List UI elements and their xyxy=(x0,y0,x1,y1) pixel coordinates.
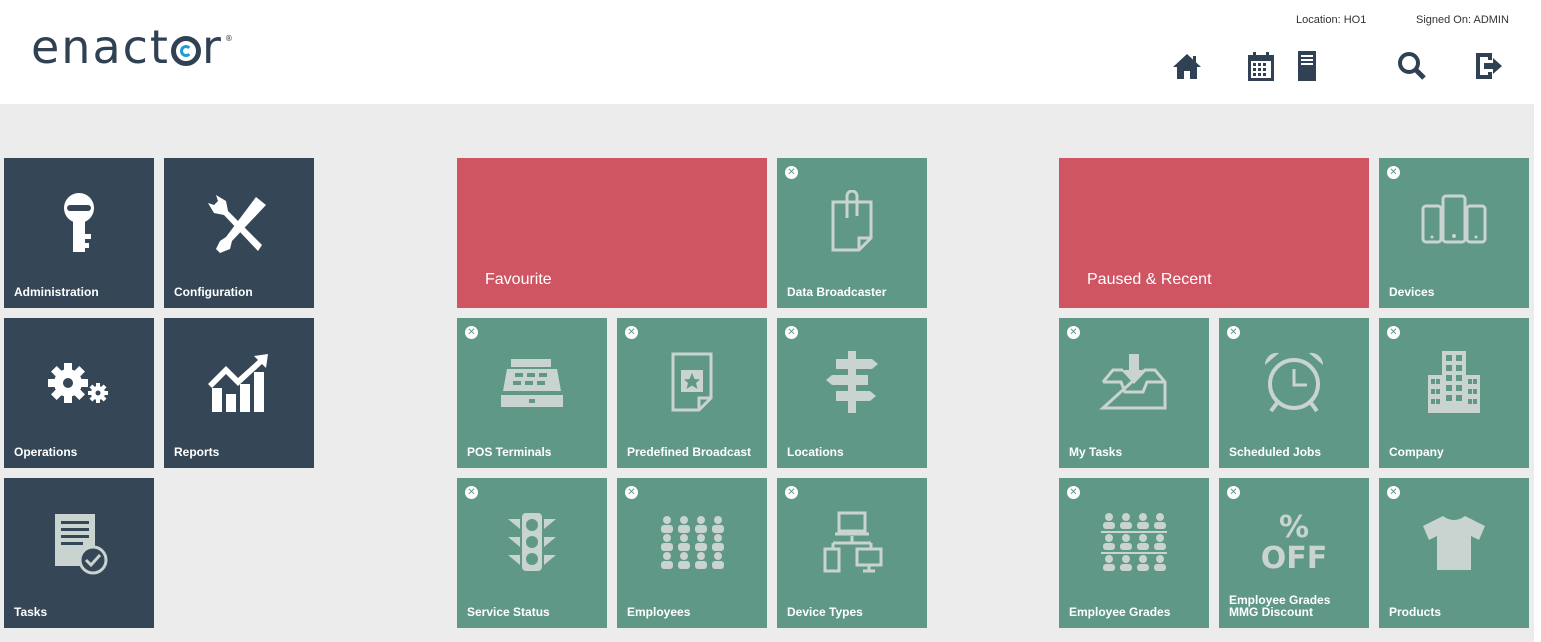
close-icon[interactable]: ✕ xyxy=(785,326,798,339)
tile-products[interactable]: ✕ Products xyxy=(1379,478,1529,628)
tools-icon xyxy=(164,188,314,260)
alarm-clock-icon xyxy=(1219,346,1369,418)
tile-label: Company xyxy=(1389,445,1444,459)
tile-label: Devices xyxy=(1389,285,1435,299)
server-icon[interactable] xyxy=(1289,48,1325,84)
tile-employees[interactable]: ✕ Employees xyxy=(617,478,767,628)
tile-my-tasks[interactable]: ✕ My Tasks xyxy=(1059,318,1209,468)
tile-label: Configuration xyxy=(174,285,253,299)
tile-predefined-broadcast[interactable]: ✕ Predefined Broadcast xyxy=(617,318,767,468)
tile-label: Locations xyxy=(787,445,844,459)
close-icon[interactable]: ✕ xyxy=(785,166,798,179)
close-icon[interactable]: ✕ xyxy=(1387,486,1400,499)
close-icon[interactable]: ✕ xyxy=(1227,326,1240,339)
dashboard-area: Administration Configuration Operations … xyxy=(0,104,1534,642)
tile-label: Employee Grades xyxy=(1069,605,1171,619)
tile-label: Tasks xyxy=(14,605,48,619)
inbox-download-icon xyxy=(1059,346,1209,418)
star-document-icon xyxy=(617,346,767,418)
percent-off-icon: % OFF xyxy=(1219,508,1369,580)
logo-o-mark xyxy=(170,36,201,66)
tile-label-line2: MMG Discount xyxy=(1229,605,1313,619)
tile-label: Reports xyxy=(174,445,220,459)
tile-scheduled-jobs[interactable]: ✕ Scheduled Jobs xyxy=(1219,318,1369,468)
tile-label: Employee Grades MMG Discount xyxy=(1229,594,1363,618)
tile-label: Administration xyxy=(14,285,99,299)
tile-label: Service Status xyxy=(467,605,550,619)
tile-service-status[interactable]: ✕ Service Status xyxy=(457,478,607,628)
header: enact r ® Location: HO1 Signed On: ADMIN xyxy=(0,0,1541,104)
tile-tasks[interactable]: Tasks xyxy=(4,478,154,628)
tile-devices[interactable]: ✕ Devices xyxy=(1379,158,1529,308)
percent-glyph: % xyxy=(1278,510,1310,545)
tile-label: Favourite xyxy=(485,271,552,288)
tile-label: Device Types xyxy=(787,605,863,619)
close-icon[interactable]: ✕ xyxy=(465,486,478,499)
signpost-icon xyxy=(777,346,927,418)
gears-icon xyxy=(4,348,154,420)
building-icon xyxy=(1379,346,1529,418)
tile-label: Operations xyxy=(14,445,78,459)
tile-label: Employees xyxy=(627,605,691,619)
logo-text-b: r xyxy=(201,20,223,74)
devices-network-icon xyxy=(777,506,927,578)
close-icon[interactable]: ✕ xyxy=(785,486,798,499)
tile-employee-grades[interactable]: ✕ Employee Grades xyxy=(1059,478,1209,628)
key-icon xyxy=(4,188,154,260)
tile-label: Paused & Recent xyxy=(1087,271,1212,288)
tile-administration[interactable]: Administration xyxy=(4,158,154,308)
signed-on-status: Signed On: ADMIN xyxy=(1416,14,1509,26)
tile-configuration[interactable]: Configuration xyxy=(164,158,314,308)
tile-label: Predefined Broadcast xyxy=(627,445,752,459)
tile-locations[interactable]: ✕ Locations xyxy=(777,318,927,468)
tile-label: Data Broadcaster xyxy=(787,285,887,299)
mobile-devices-icon xyxy=(1379,186,1529,258)
people-grid-icon xyxy=(617,506,767,578)
close-icon[interactable]: ✕ xyxy=(1227,486,1240,499)
tile-company[interactable]: ✕ Company xyxy=(1379,318,1529,468)
tile-pos-terminals[interactable]: ✕ POS Terminals xyxy=(457,318,607,468)
close-icon[interactable]: ✕ xyxy=(1387,166,1400,179)
tile-reports[interactable]: Reports xyxy=(164,318,314,468)
logout-icon[interactable] xyxy=(1470,48,1506,84)
cash-register-icon xyxy=(457,346,607,418)
close-icon[interactable]: ✕ xyxy=(465,326,478,339)
close-icon[interactable]: ✕ xyxy=(1067,326,1080,339)
close-icon[interactable]: ✕ xyxy=(1387,326,1400,339)
tile-label: POS Terminals xyxy=(467,445,552,459)
tile-label: Scheduled Jobs xyxy=(1229,445,1322,459)
tile-label: Products xyxy=(1389,605,1442,619)
off-glyph: OFF xyxy=(1260,541,1328,576)
enactor-logo: enact r ® xyxy=(31,20,235,74)
close-icon[interactable]: ✕ xyxy=(625,486,638,499)
logo-text-a: enact xyxy=(31,20,170,74)
tile-operations[interactable]: Operations xyxy=(4,318,154,468)
chart-growth-icon xyxy=(164,348,314,420)
traffic-light-icon xyxy=(457,506,607,578)
clip-document-icon xyxy=(777,186,927,258)
home-icon[interactable] xyxy=(1169,48,1205,84)
calendar-icon[interactable] xyxy=(1243,48,1279,84)
tile-device-types[interactable]: ✕ Device Types xyxy=(777,478,927,628)
people-grades-icon xyxy=(1059,506,1209,578)
tile-data-broadcaster[interactable]: ✕ Data Broadcaster xyxy=(777,158,927,308)
tile-favourite[interactable]: Favourite xyxy=(457,158,767,308)
close-icon[interactable]: ✕ xyxy=(625,326,638,339)
tshirt-icon xyxy=(1379,506,1529,578)
tile-label: My Tasks xyxy=(1069,445,1123,459)
tile-employee-grades-mmg-discount[interactable]: ✕ % OFF Employee Grades MMG Discount xyxy=(1219,478,1369,628)
location-status: Location: HO1 xyxy=(1296,14,1367,26)
search-icon[interactable] xyxy=(1394,48,1430,84)
task-list-icon xyxy=(4,508,154,580)
close-icon[interactable]: ✕ xyxy=(1067,486,1080,499)
tile-paused-recent[interactable]: Paused & Recent xyxy=(1059,158,1369,308)
